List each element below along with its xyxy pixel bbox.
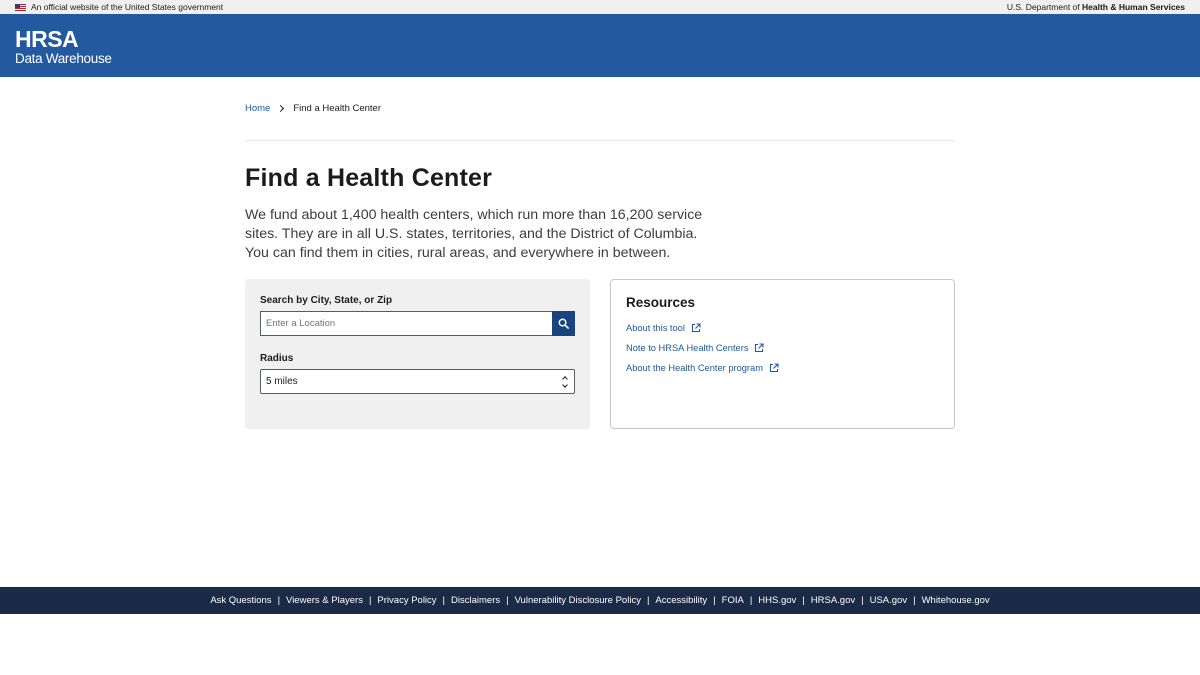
radius-label: Radius [260, 353, 294, 364]
logo-main-text: HRSA [15, 26, 79, 52]
search-panel: Search by City, State, or Zip Radius 5 m… [245, 279, 590, 429]
footer-link-vulnerability-disclosure[interactable]: Vulnerability Disclosure Policy [515, 595, 641, 606]
footer-separator: | [749, 595, 753, 606]
search-row [260, 311, 575, 336]
footer-link-hhs[interactable]: HHS.gov [758, 595, 796, 606]
dept-name: Health & Human Services [1082, 2, 1185, 12]
official-site-notice: An official website of the United States… [15, 2, 223, 12]
main-content: Home Find a Health Center Find a Health … [245, 77, 955, 429]
select-updown-icon [562, 375, 568, 388]
footer-separator: | [913, 595, 916, 606]
footer-separator: | [277, 595, 281, 606]
page-intro: We fund about 1,400 health centers, whic… [245, 207, 703, 261]
footer-link-viewers-players[interactable]: Viewers & Players [286, 595, 363, 606]
footer-link-hrsa[interactable]: HRSA.gov [811, 595, 855, 606]
location-search-input[interactable] [260, 311, 552, 336]
footer-separator: | [442, 595, 446, 606]
footer-link-ask-questions[interactable]: Ask Questions [210, 595, 271, 606]
breadcrumb-home-link[interactable]: Home [245, 103, 270, 114]
us-flag-icon [15, 3, 26, 11]
resource-link-about-tool[interactable]: About this tool [626, 323, 939, 333]
external-link-icon [691, 323, 701, 333]
chevron-right-icon [277, 104, 285, 112]
logo-sub-text: Data Warehouse [15, 51, 112, 66]
footer-link-accessibility[interactable]: Accessibility [655, 595, 707, 606]
footer-link-foia[interactable]: FOIA [722, 595, 744, 606]
hhs-department-link[interactable]: U.S. Department of Health & Human Servic… [1007, 2, 1185, 12]
page-title: Find a Health Center [245, 164, 493, 192]
resource-link-label: About this tool [626, 323, 685, 333]
resource-link-label: About the Health Center program [626, 363, 763, 373]
footer-link-whitehouse[interactable]: Whitehouse.gov [922, 595, 990, 606]
footer-separator: | [506, 595, 509, 606]
breadcrumb: Home Find a Health Center [245, 77, 955, 141]
external-link-icon [769, 363, 779, 373]
official-site-text: An official website of the United States… [31, 2, 224, 12]
search-label: Search by City, State, or Zip [260, 295, 393, 306]
gov-banner: An official website of the United States… [0, 0, 1200, 14]
footer-separator: | [713, 595, 716, 606]
footer-link-disclaimers[interactable]: Disclaimers [451, 595, 500, 606]
resources-title: Resources [626, 295, 696, 310]
search-icon [558, 318, 569, 329]
footer-separator: | [368, 595, 372, 606]
hrsa-logo[interactable]: HRSA Data Warehouse [15, 28, 112, 66]
footer-link-privacy-policy[interactable]: Privacy Policy [377, 595, 436, 606]
resource-link-note-health-centers[interactable]: Note to HRSA Health Centers [626, 343, 939, 353]
external-link-icon [755, 343, 765, 353]
footer-separator: | [646, 595, 650, 606]
footer-separator: | [802, 595, 805, 606]
dept-prefix: U.S. Department of [1006, 2, 1083, 12]
resource-link-about-program[interactable]: About the Health Center program [626, 363, 939, 373]
breadcrumb-current: Find a Health Center [293, 102, 382, 114]
radius-select[interactable]: 5 miles [260, 369, 575, 394]
search-button[interactable] [552, 311, 575, 336]
resource-link-label: Note to HRSA Health Centers [626, 343, 749, 353]
site-header: HRSA Data Warehouse [0, 14, 1200, 77]
site-footer: Ask Questions | Viewers & Players | Privac… [0, 587, 1200, 614]
panels: Search by City, State, or Zip Radius 5 m… [245, 279, 955, 429]
resources-panel: Resources About this tool Note to HRSA H… [610, 279, 955, 429]
footer-separator: | [861, 595, 864, 606]
radius-value: 5 miles [266, 376, 298, 387]
footer-link-usa[interactable]: USA.gov [870, 595, 908, 606]
